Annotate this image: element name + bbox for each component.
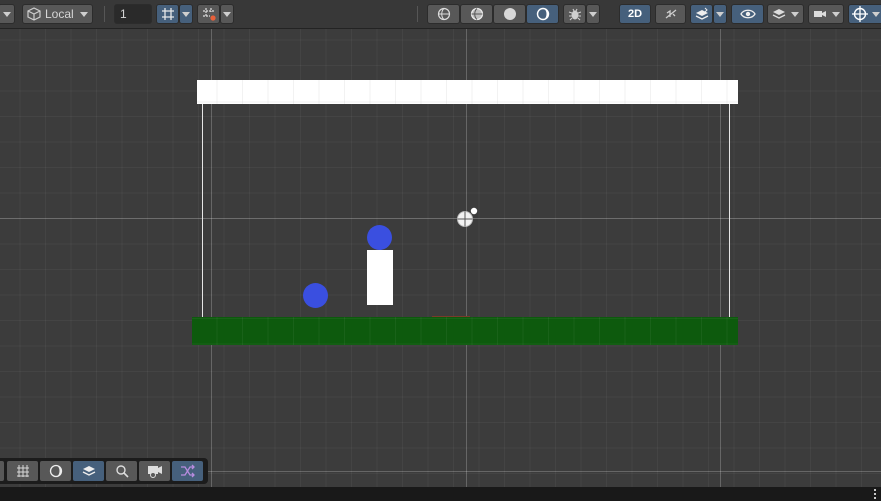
dropdown-caret — [80, 11, 88, 17]
layer-stack-icon — [82, 464, 96, 478]
grid-size-field[interactable]: 1 — [114, 4, 152, 24]
overlay-toolbar — [0, 458, 208, 484]
lighting-toggle-button[interactable] — [526, 4, 559, 24]
dropdown-caret — [182, 11, 190, 17]
scene-gizmo-dropdown[interactable] — [848, 4, 881, 24]
local-space-cube-icon — [27, 7, 41, 21]
overlay-tool-button[interactable] — [0, 461, 4, 481]
lighting-toggle-icon — [536, 7, 550, 21]
ball-left[interactable] — [303, 283, 328, 308]
wireframe-shading-button[interactable] — [427, 4, 460, 24]
shaded-button[interactable] — [493, 4, 526, 24]
grid-snap-button[interactable] — [156, 4, 179, 24]
grid-tool-icon — [16, 464, 30, 478]
ceiling-bar[interactable] — [197, 80, 738, 104]
status-bar — [0, 487, 881, 501]
dropdown-caret — [589, 11, 597, 17]
shaded-sphere-icon — [503, 7, 517, 21]
toolbar-separator — [417, 6, 418, 22]
light-gizmo-icon[interactable] — [455, 206, 479, 230]
grid-tool-button[interactable] — [7, 461, 38, 481]
camera-preview-button[interactable] — [139, 461, 170, 481]
layer-stack-button[interactable] — [73, 461, 104, 481]
dropdown-caret — [716, 11, 724, 17]
scene-toolbar: Local 1 2D — [0, 0, 881, 29]
player-pillar[interactable] — [367, 250, 393, 305]
camera-icon — [813, 8, 827, 20]
ground-marker — [432, 316, 470, 317]
grid-snap-icon — [161, 7, 175, 21]
more-options-icon[interactable] — [874, 489, 877, 499]
scene-view[interactable] — [0, 0, 881, 501]
visibility-eye-icon — [739, 8, 756, 20]
grid-size-value: 1 — [120, 7, 127, 21]
audio-mute-icon — [664, 7, 678, 21]
gizmos-dropdown[interactable] — [586, 4, 600, 24]
toolbar-separator — [104, 6, 105, 22]
mode-2d-label: 2D — [627, 8, 643, 20]
shuffle-button[interactable] — [172, 461, 203, 481]
wireframe-shading-icon — [437, 7, 451, 21]
camera-settings-dropdown[interactable] — [808, 4, 844, 24]
zoom-icon — [115, 464, 129, 478]
grid-visibility-dropdown[interactable] — [220, 4, 234, 24]
shaded-wireframe-icon — [470, 7, 484, 21]
camera-preview-icon — [147, 464, 163, 478]
shaded-wireframe-button[interactable] — [460, 4, 493, 24]
pivot-mode-label: Local — [45, 7, 74, 21]
transform-dropdown-caret[interactable] — [0, 4, 15, 24]
audio-toggle-button[interactable] — [655, 4, 686, 24]
layers-icon — [695, 7, 709, 21]
floor-ground[interactable] — [192, 317, 738, 345]
shuffle-icon — [180, 464, 196, 478]
grid-visibility-icon — [202, 7, 216, 21]
grid-snap-dropdown[interactable] — [179, 4, 193, 24]
render-layers-dropdown[interactable] — [767, 4, 804, 24]
effects-dropdown[interactable] — [713, 4, 727, 24]
mode-2d-button[interactable]: 2D — [619, 4, 651, 24]
effects-button[interactable] — [690, 4, 713, 24]
dropdown-caret — [791, 11, 799, 17]
ball-top[interactable] — [367, 225, 392, 250]
zoom-button[interactable] — [106, 461, 137, 481]
pivot-mode-dropdown[interactable]: Local — [22, 4, 93, 24]
gizmos-button[interactable] — [563, 4, 586, 24]
render-layers-icon — [772, 7, 786, 21]
lighting-preview-icon — [49, 464, 63, 478]
visibility-button[interactable] — [731, 4, 764, 24]
dropdown-caret — [872, 11, 880, 17]
grid-visibility-button[interactable] — [197, 4, 220, 24]
dropdown-caret — [832, 11, 840, 17]
scene-gizmo-target-icon — [852, 6, 868, 22]
gizmos-bug-icon — [568, 7, 582, 21]
dropdown-caret — [223, 11, 231, 17]
lighting-preview-button[interactable] — [40, 461, 71, 481]
